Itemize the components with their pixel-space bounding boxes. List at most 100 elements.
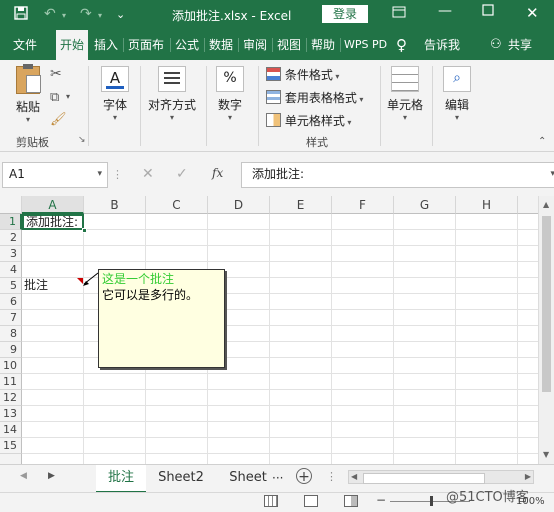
row-header[interactable]: 5 xyxy=(0,278,22,294)
more-sheets-icon[interactable]: ··· xyxy=(272,471,283,485)
cell-a5[interactable]: 批注 xyxy=(22,278,84,294)
zoom-out-icon[interactable]: − xyxy=(376,493,386,507)
sheet-tab-sheet2[interactable]: Sheet2 xyxy=(154,465,208,491)
conditional-format-button[interactable]: 条件格式 ▾ xyxy=(266,66,339,83)
row-header[interactable]: 12 xyxy=(0,390,22,406)
row-header[interactable] xyxy=(0,454,22,464)
tab-page-layout[interactable]: 页面布 xyxy=(128,30,164,60)
next-sheet-icon[interactable]: ▶ xyxy=(48,471,55,481)
number-button[interactable]: % 数字 ▾ xyxy=(210,66,250,122)
tab-file[interactable]: 文件 xyxy=(13,30,37,60)
cut-icon[interactable]: ✂ xyxy=(50,66,62,82)
tab-split-icon[interactable]: ⋮ xyxy=(326,470,337,483)
comment-box[interactable]: 这是一个批注 它可以是多行的。 xyxy=(98,269,225,368)
copy-dropdown-icon[interactable]: ▾ xyxy=(66,92,70,101)
scroll-up-icon[interactable]: ▲ xyxy=(543,200,549,209)
cells-button[interactable]: 单元格 ▾ xyxy=(384,66,426,122)
horizontal-scroll-thumb[interactable] xyxy=(363,473,485,484)
tab-formulas[interactable]: 公式 xyxy=(175,30,199,60)
column-header-h[interactable]: H xyxy=(456,196,518,214)
row-header[interactable]: 1 xyxy=(0,214,22,230)
share-button[interactable]: 共享 xyxy=(508,30,532,60)
page-break-view-icon[interactable] xyxy=(344,495,358,507)
column-header-b[interactable]: B xyxy=(84,196,146,214)
row-header[interactable]: 2 xyxy=(0,230,22,246)
vertical-scroll-thumb[interactable] xyxy=(542,216,551,392)
row-header[interactable]: 3 xyxy=(0,246,22,262)
column-header-a[interactable]: A xyxy=(22,196,84,214)
customize-quick-access-icon[interactable]: ⌄ xyxy=(116,8,125,21)
expand-formula-icon[interactable]: ▾ xyxy=(550,163,554,185)
row-header[interactable]: 11 xyxy=(0,374,22,390)
tab-home[interactable]: 开始 xyxy=(56,30,88,60)
lightbulb-icon[interactable]: ♀ xyxy=(396,30,407,60)
prev-sheet-icon[interactable]: ◀ xyxy=(20,471,27,481)
alignment-button[interactable]: 对齐方式 ▾ xyxy=(144,66,200,122)
column-header-g[interactable]: G xyxy=(394,196,456,214)
row-header[interactable]: 15 xyxy=(0,438,22,454)
vertical-scrollbar[interactable]: ▲ ▼ xyxy=(538,196,554,464)
fill-handle[interactable] xyxy=(82,228,87,233)
minimize-icon[interactable]: — xyxy=(438,3,452,19)
tab-data[interactable]: 数据 xyxy=(209,30,233,60)
sheet-tab-pizhu[interactable]: 批注 xyxy=(96,465,146,493)
enter-icon[interactable]: ✓ xyxy=(176,166,188,182)
cancel-icon[interactable]: ✕ xyxy=(142,166,154,182)
login-button[interactable]: 登录 xyxy=(322,5,368,23)
collapse-ribbon-icon[interactable]: ⌃ xyxy=(538,136,546,147)
zoom-slider-thumb[interactable] xyxy=(430,496,433,506)
redo-dropdown-icon[interactable]: ▾ xyxy=(98,11,102,20)
paste-button[interactable]: 粘贴 ▾ xyxy=(8,64,48,124)
format-as-table-button[interactable]: 套用表格格式 ▾ xyxy=(266,89,363,106)
column-header-f[interactable]: F xyxy=(332,196,394,214)
name-box-dropdown-icon[interactable]: ▾ xyxy=(97,163,102,185)
column-header-partial[interactable] xyxy=(518,196,538,214)
maximize-icon[interactable] xyxy=(482,4,494,20)
row-header[interactable]: 9 xyxy=(0,342,22,358)
scroll-right-icon[interactable]: ▶ xyxy=(525,472,531,481)
insert-function-icon[interactable]: fx xyxy=(212,166,223,180)
editing-button[interactable]: ⌕ 编辑 ▾ xyxy=(436,66,478,122)
horizontal-scrollbar[interactable]: ◀ ▶ xyxy=(348,470,534,484)
cell-styles-button[interactable]: 单元格样式 ▾ xyxy=(266,112,351,129)
column-header-e[interactable]: E xyxy=(270,196,332,214)
tab-view[interactable]: 视图 xyxy=(277,30,301,60)
row-header[interactable]: 7 xyxy=(0,310,22,326)
sheet-tab-sheet[interactable]: Sheet xyxy=(226,465,270,491)
tab-help[interactable]: 帮助 xyxy=(311,30,335,60)
share-person-icon[interactable]: ⚇ xyxy=(490,30,502,60)
ribbon-display-options-icon[interactable] xyxy=(392,5,406,23)
row-header[interactable]: 8 xyxy=(0,326,22,342)
tab-wps-pdf[interactable]: WPS PD xyxy=(344,30,387,60)
select-all-corner[interactable] xyxy=(0,196,22,214)
format-painter-icon[interactable]: 🖌 xyxy=(50,112,67,127)
add-sheet-icon[interactable]: + xyxy=(296,468,312,485)
scroll-left-icon[interactable]: ◀ xyxy=(351,472,357,481)
save-icon[interactable] xyxy=(14,6,28,24)
paste-dropdown-icon[interactable]: ▾ xyxy=(8,115,48,124)
normal-view-icon[interactable] xyxy=(264,495,278,507)
cell-a1[interactable]: 添加批注: xyxy=(22,214,84,230)
name-box[interactable]: A1 ▾ xyxy=(2,162,108,188)
column-header-d[interactable]: D xyxy=(208,196,270,214)
font-button[interactable]: A 字体 ▾ xyxy=(95,66,135,122)
tell-me-search[interactable]: 告诉我 xyxy=(424,30,460,60)
row-header[interactable]: 10 xyxy=(0,358,22,374)
undo-icon[interactable]: ↶ xyxy=(44,6,56,22)
row-header[interactable]: 6 xyxy=(0,294,22,310)
row-header[interactable]: 4 xyxy=(0,262,22,278)
tab-insert[interactable]: 插入 xyxy=(94,30,118,60)
clipboard-launcher-icon[interactable]: ↘ xyxy=(78,135,86,145)
copy-icon[interactable]: ⧉ xyxy=(50,90,59,105)
worksheet-grid[interactable]: A B C D E F G H 1 2 3 4 5 6 7 8 9 10 11 … xyxy=(0,196,538,464)
formula-input[interactable]: 添加批注: ▾ xyxy=(241,162,554,188)
undo-dropdown-icon[interactable]: ▾ xyxy=(62,11,66,20)
column-header-c[interactable]: C xyxy=(146,196,208,214)
page-layout-view-icon[interactable] xyxy=(304,495,318,507)
redo-icon[interactable]: ↷ xyxy=(80,6,92,22)
tab-review[interactable]: 审阅 xyxy=(243,30,267,60)
row-header[interactable]: 14 xyxy=(0,422,22,438)
scroll-down-icon[interactable]: ▼ xyxy=(543,450,549,459)
row-header[interactable]: 13 xyxy=(0,406,22,422)
close-icon[interactable]: ✕ xyxy=(526,4,539,22)
